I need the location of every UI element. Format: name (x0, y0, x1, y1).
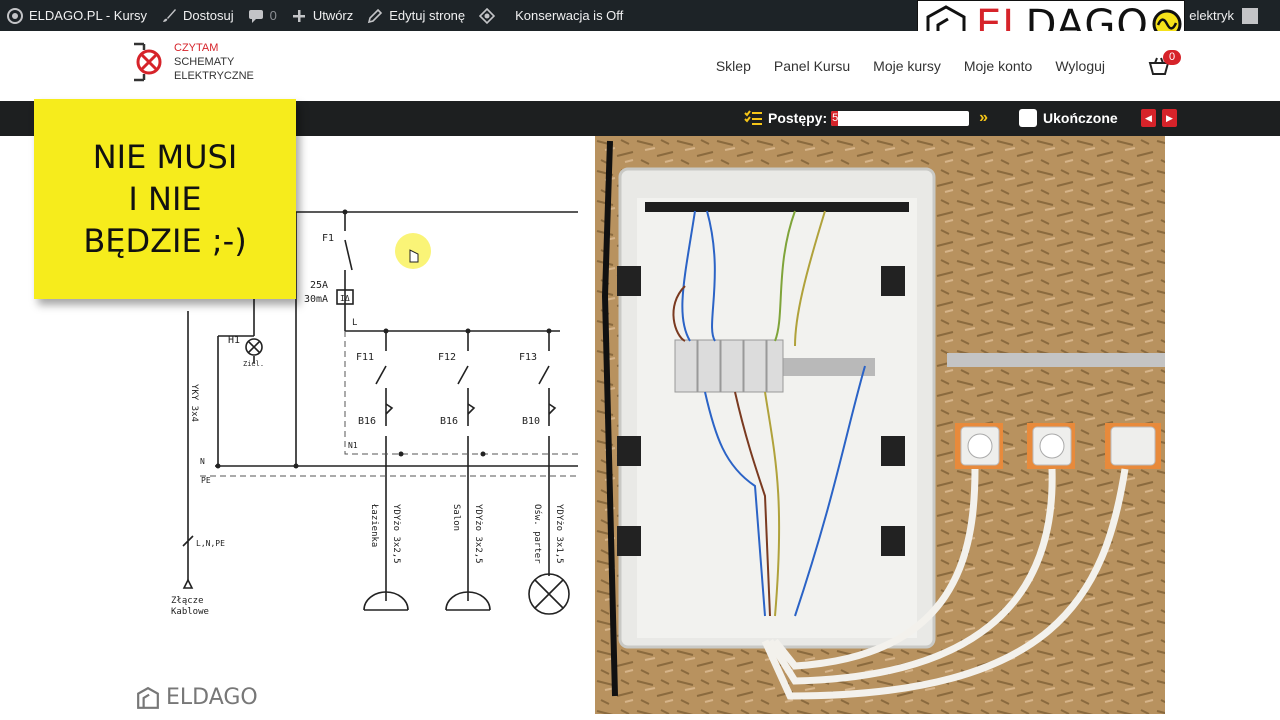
footer-logo-text: ELDAGO (166, 685, 258, 710)
admin-bar-comments[interactable]: 0 (241, 0, 284, 31)
nav-moje-konto[interactable]: Moje konto (964, 58, 1032, 74)
label-cable-3: YDYżo 3x1,5 (554, 504, 564, 564)
admin-bar-customize[interactable]: Dostosuj (154, 0, 241, 31)
maintenance-label: Konserwacja is Off (515, 8, 624, 23)
edit-page-label: Edytuj stronę (389, 8, 466, 23)
brush-icon (163, 8, 176, 22)
admin-bar-site-link[interactable]: ELDAGO.PL - Kursy (0, 0, 154, 31)
progress-track: 5 (831, 110, 970, 126)
label-b16-b: B16 (440, 416, 458, 427)
comment-icon (248, 9, 263, 23)
label-cable-1: YDYżo 3x2,5 (391, 504, 401, 564)
sticky-note: NIE MUSI I NIE BĘDZIE ;-) (34, 99, 296, 299)
switchboard-photo (595, 136, 1165, 714)
plus-icon (292, 9, 305, 22)
main-nav: Sklep Panel Kursu Moje kursy Moje konto … (716, 58, 1105, 74)
logo-line-3: ELEKTRYCZNE (174, 70, 254, 82)
pencil-icon (368, 8, 383, 23)
nav-wyloguj[interactable]: Wyloguj (1055, 58, 1105, 74)
customize-label: Dostosuj (183, 8, 234, 23)
progress-label: Postępy: (768, 110, 828, 126)
completed-checkbox[interactable] (1019, 109, 1037, 127)
footer-logo: ELDAGO (136, 685, 258, 710)
logo-line-1: CZYTAM (174, 42, 219, 54)
checklist-icon (744, 110, 762, 125)
label-circuit-1: Łazienka (369, 503, 379, 547)
label-circuit-2: Salon (451, 504, 461, 531)
wordpress-icon (7, 7, 23, 24)
label-pe: PE (201, 476, 211, 485)
label-rcd-sens: 30mA (304, 294, 328, 305)
switchboard-illustration (595, 136, 1165, 714)
label-h1-color: Ziel. (243, 360, 264, 368)
label-l: L (352, 318, 357, 328)
label-b10: B10 (522, 416, 540, 427)
label-h1: H1 (228, 335, 240, 346)
eldago-house-icon-small (137, 686, 159, 709)
completed-toggle[interactable]: Ukończone (1019, 109, 1118, 127)
admin-bar-edit[interactable]: Edytuj stronę (360, 0, 472, 31)
next-lesson-arrow-icon[interactable]: ▶ (1162, 109, 1177, 127)
site-name: ELDAGO.PL - Kursy (29, 8, 147, 23)
double-chevron-right-icon[interactable]: » (979, 109, 988, 127)
label-b16-a: B16 (358, 416, 376, 427)
admin-bar-new[interactable]: Utwórz (284, 0, 360, 31)
nav-moje-kursy[interactable]: Moje kursy (873, 58, 941, 74)
label-cable-main: YKY 3x4 (189, 384, 199, 422)
nav-sklep[interactable]: Sklep (716, 58, 751, 74)
label-rcd-current: 25A (310, 280, 328, 291)
label-f12: F12 (438, 352, 456, 363)
site-logo[interactable]: CZYTAM SCHEMATY ELEKTRYCZNE (130, 41, 254, 83)
cart-count-badge: 0 (1163, 50, 1181, 65)
label-circuit-3: Ośw. parter (532, 504, 543, 564)
label-lnpe: L,N,PE (196, 539, 225, 548)
label-f13: F13 (519, 352, 537, 363)
maintenance-icon (479, 7, 496, 24)
admin-bar-maintenance[interactable]: Konserwacja is Off (472, 0, 630, 31)
label-cable-2: YDYżo 3x2,5 (473, 504, 483, 564)
comments-count: 0 (269, 8, 277, 23)
progress-section: Postępy: 5 » (744, 109, 988, 127)
admin-bar-account[interactable]: , elektryk (1182, 0, 1258, 31)
prev-lesson-arrow-icon[interactable]: ◀ (1141, 109, 1156, 127)
label-n1: N1 (348, 441, 358, 450)
label-f1: F1 (322, 233, 334, 244)
schematic-logo-icon (134, 42, 162, 82)
note-text: NIE MUSI I NIE BĘDZIE ;-) (83, 138, 247, 260)
label-n: N (200, 457, 205, 466)
label-conn-2: Kablowe (171, 607, 209, 617)
user-name: , elektryk (1181, 8, 1234, 23)
nav-panel-kursu[interactable]: Panel Kursu (774, 58, 850, 74)
label-conn-1: Złącze (171, 596, 204, 606)
site-header: CZYTAM SCHEMATY ELEKTRYCZNE Sklep Panel … (0, 31, 1280, 101)
completed-label: Ukończone (1043, 110, 1118, 126)
label-rcd-symbol: IΔ (340, 294, 350, 303)
avatar (1242, 7, 1258, 24)
new-label: Utwórz (312, 8, 354, 23)
progress-value: 5 (832, 111, 839, 124)
label-f11: F11 (356, 352, 374, 363)
logo-line-2: SCHEMATY (174, 56, 235, 68)
